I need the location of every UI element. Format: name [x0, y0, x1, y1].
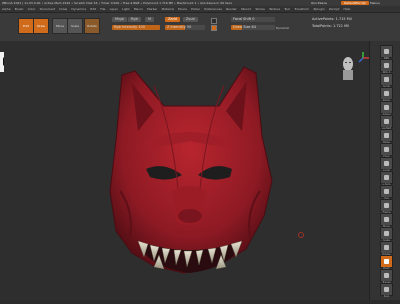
menu-item-color[interactable]: Color — [28, 7, 36, 11]
canvas-viewport[interactable] — [4, 41, 369, 300]
menu-item-brush[interactable]: Brush — [15, 7, 24, 11]
shelf-button-move[interactable]: Move — [380, 213, 393, 228]
menu-item-marker[interactable]: Marker — [147, 7, 157, 11]
scale-label: Scale — [70, 24, 80, 28]
menu-item-light[interactable]: Light — [122, 7, 130, 11]
menu-item-document[interactable]: Document — [40, 7, 56, 11]
shelf-button-scroll[interactable]: Scroll — [380, 73, 393, 88]
menu-item-edit[interactable]: Edit — [90, 7, 96, 11]
shelf-button-icon — [384, 147, 389, 152]
shelf-button-icon — [384, 105, 389, 110]
shelf-button-solo[interactable]: Solo — [380, 283, 393, 298]
menu-item-picker[interactable]: Picker — [191, 7, 200, 11]
shelf-button-zoom[interactable]: Zoom — [380, 87, 393, 102]
menu-item-stencil[interactable]: Stencil — [241, 7, 251, 11]
shelf-button-transp[interactable]: Transp — [380, 269, 393, 284]
menu-item-alpha[interactable]: Alpha — [2, 7, 11, 11]
shelf-button-aahalf[interactable]: AAHalf — [380, 115, 393, 130]
shelf-button-spix-3[interactable]: SPix 3 — [380, 59, 393, 74]
shelf-button-icon — [384, 77, 389, 82]
z-intensity-slider[interactable]: Z Intensity 50 — [165, 25, 205, 30]
shelf-button-bpr[interactable]: BPR — [380, 45, 393, 60]
dynamic-checkbox[interactable] — [211, 25, 217, 31]
dynamic-label: Dynamic — [276, 26, 290, 30]
menu-item-texture[interactable]: Texture — [269, 7, 280, 11]
shelf-button-label: Solo — [383, 295, 390, 298]
shelf-button-polyf[interactable]: PolyF — [380, 255, 393, 270]
shelf-button-persp[interactable]: Persp — [380, 129, 393, 144]
m-button[interactable]: M — [145, 17, 155, 22]
shelf-button-l-sym[interactable]: L.Sym — [380, 171, 393, 186]
brush-cursor-icon — [298, 232, 304, 238]
scale-button[interactable]: Scale — [67, 18, 83, 34]
shelf-button-icon — [384, 91, 389, 96]
menu-item-macro[interactable]: Macro — [134, 7, 143, 11]
shelf-button-xyz[interactable]: Xyz — [380, 185, 393, 200]
edit-label: Edit — [23, 24, 29, 28]
default-zscript-button[interactable]: DefaultZScript — [341, 1, 369, 5]
right-shelf: BPRSPix 3ScrollZoomActualAAHalfPerspFloo… — [369, 41, 400, 300]
menu-item-file[interactable]: File — [100, 7, 105, 11]
shelf-button-icon — [384, 49, 389, 54]
shelf-button-icon — [384, 217, 389, 222]
draw-size-slider[interactable]: Draw Size 64 — [231, 25, 275, 30]
shelf-button-icon — [384, 161, 389, 166]
shelf-button-icon — [384, 203, 389, 208]
rgb-intensity-label: Rgb Intensity 100 — [114, 25, 146, 29]
menu-item-layer[interactable]: Layer — [110, 7, 118, 11]
rotate-label: Rotate — [87, 24, 97, 28]
rgb-intensity-slider[interactable]: Rgb Intensity 100 — [112, 25, 160, 30]
menu-item-movie[interactable]: Movie — [178, 7, 187, 11]
z-intensity-label: Z Intensity 50 — [167, 25, 192, 29]
menu-bar: Alpha Brush Color Document Draw Dynamics Edit F… — [0, 6, 400, 13]
mrgb-button[interactable]: Mrgb — [112, 17, 127, 22]
menu-item-material[interactable]: Material — [162, 7, 174, 11]
shelf-button-icon — [384, 231, 389, 236]
edit-button[interactable]: Edit — [18, 18, 34, 34]
mask-model — [109, 66, 273, 274]
shelf-button-icon — [384, 273, 389, 278]
shelf-button-icon — [384, 63, 389, 68]
menu-item-draw[interactable]: Draw — [59, 7, 67, 11]
total-points: TotalPoints: 1.721 Mil — [312, 24, 350, 28]
menu-item-zscript[interactable]: Zscript — [329, 7, 339, 11]
shelf-button-local[interactable]: Local — [380, 157, 393, 172]
focal-shift-slider[interactable]: Focal Shift 0 — [231, 17, 275, 22]
menu-item-tool[interactable]: Tool — [284, 7, 290, 11]
shelf-button-icon — [384, 119, 389, 124]
shelf-button-icon — [384, 189, 389, 194]
shelf-button-floor[interactable]: Floor — [380, 143, 393, 158]
draw-size-label: Draw Size 64 — [233, 25, 257, 29]
zadd-button[interactable]: Zadd — [165, 17, 180, 22]
focal-shift-label: Focal Shift 0 — [233, 17, 255, 21]
navigation-head-icon[interactable] — [341, 56, 355, 80]
menu-item-stroke[interactable]: Stroke — [255, 7, 265, 11]
shelf-button-rotate[interactable]: Rotate — [380, 241, 393, 256]
shelf-button-icon — [384, 259, 389, 264]
shelf-button-frame[interactable]: Frame — [380, 199, 393, 214]
shelf-button-icon — [384, 175, 389, 180]
rgb-button[interactable]: Rgb — [128, 17, 141, 22]
menu-item-render[interactable]: Render — [226, 7, 237, 11]
menu-item-dynamics[interactable]: Dynamics — [71, 7, 86, 11]
shelf-button-icon — [384, 245, 389, 250]
zsub-button[interactable]: Zsub — [183, 17, 198, 22]
move-button[interactable]: Move — [52, 18, 68, 34]
shelf-button-icon — [384, 287, 389, 292]
move-label: Move — [55, 24, 65, 28]
shelf-button-scale[interactable]: Scale — [380, 227, 393, 242]
lazy-checkbox[interactable] — [211, 18, 217, 24]
axis-gizmo-icon[interactable] — [356, 50, 370, 64]
draw-label: Draw — [37, 24, 45, 28]
draw-button[interactable]: Draw — [33, 18, 49, 34]
top-toolbar: Edit Draw Move Scale Rotate Mrgb Rgb M Z… — [0, 13, 400, 42]
menu-item-preferences[interactable]: Preferences — [204, 7, 222, 11]
shelf-button-icon — [384, 133, 389, 138]
menu-item-help[interactable]: Help — [344, 7, 351, 11]
rotate-button[interactable]: Rotate — [84, 18, 100, 34]
shelf-button-actual[interactable]: Actual — [380, 101, 393, 116]
menu-item-zplugin[interactable]: Zplugin — [313, 7, 324, 11]
active-points: ActivePoints: 1.715 Mil — [312, 17, 352, 21]
menu-item-transform[interactable]: Transform — [294, 7, 309, 11]
